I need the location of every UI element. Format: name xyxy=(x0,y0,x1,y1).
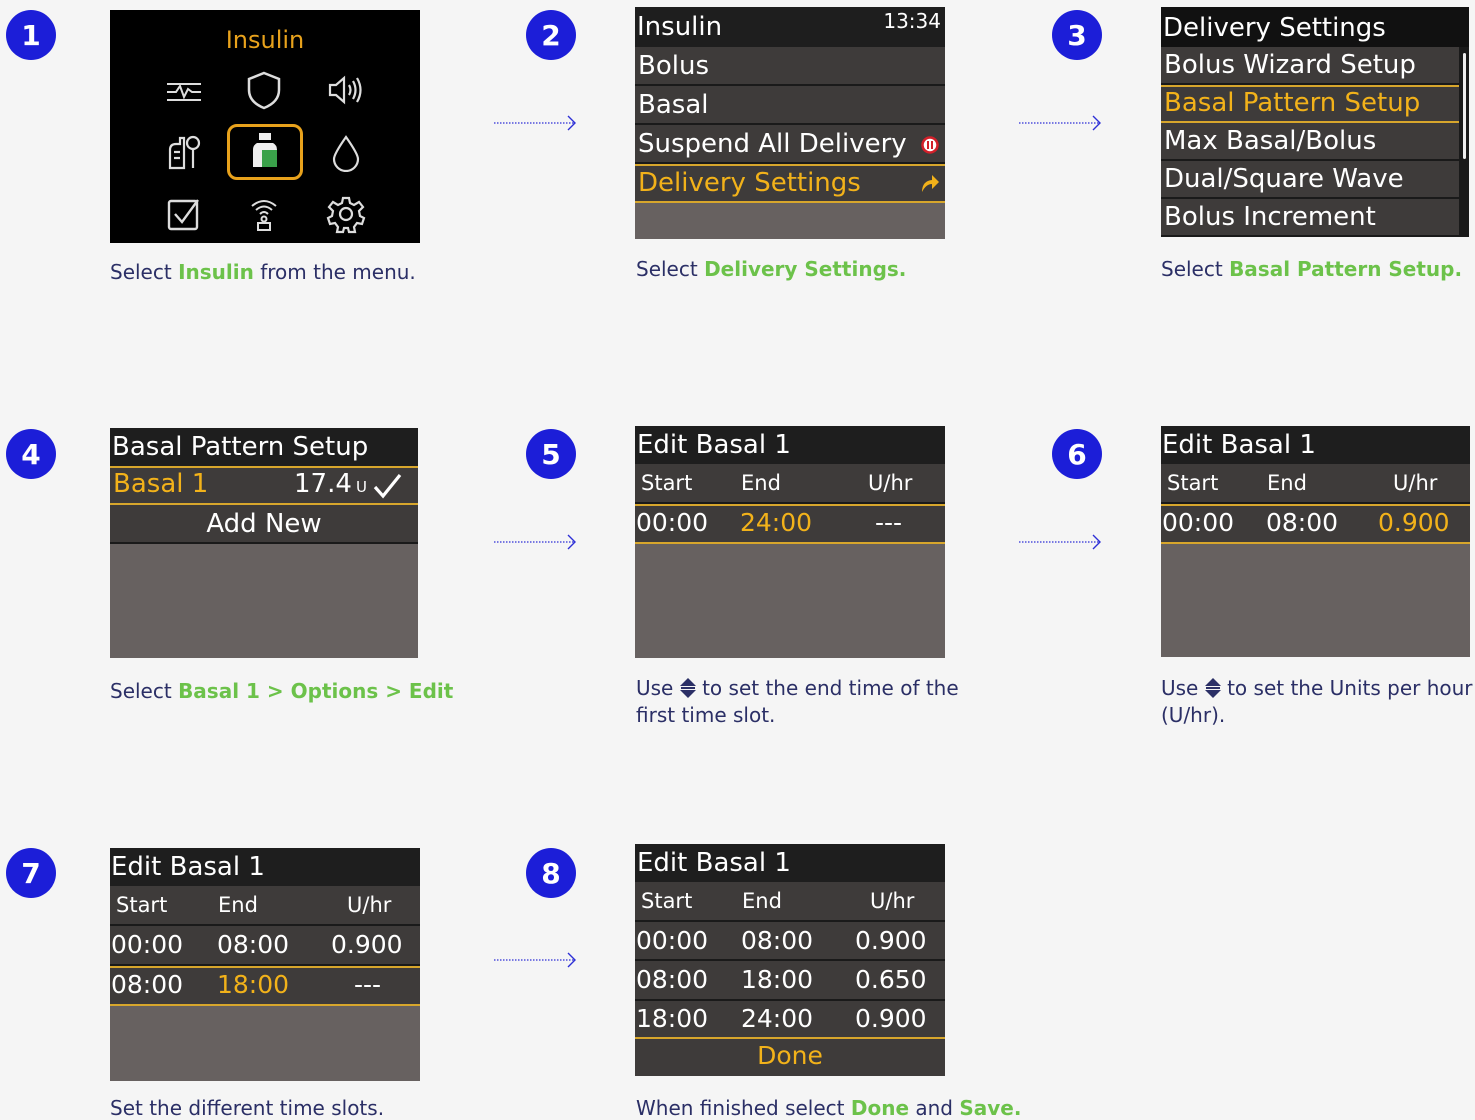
column-headers: Start End U/hr xyxy=(635,882,945,922)
suspend-icon xyxy=(921,136,939,154)
time-slot-row[interactable]: 00:00 24:00 --- xyxy=(635,504,945,544)
step-8-badge: 8 xyxy=(526,848,576,898)
screen-title: Insulin xyxy=(637,12,723,42)
arrow-5-6 xyxy=(1019,534,1101,550)
menu-item-basal-pattern-setup[interactable]: Basal Pattern Setup xyxy=(1161,85,1459,123)
step-5-badge: 5 xyxy=(526,429,576,479)
menu-item-dual-square-wave[interactable]: Dual/Square Wave xyxy=(1161,161,1459,199)
done-button[interactable]: Done xyxy=(635,1039,945,1076)
time-slot-row[interactable]: 00:00 08:00 0.900 xyxy=(1161,504,1470,544)
step-6-badge: 6 xyxy=(1052,429,1102,479)
time-slot-row[interactable]: 00:00 08:00 0.900 xyxy=(635,922,945,961)
enter-arrow-icon xyxy=(922,175,939,192)
time-slot-row[interactable]: 08:00 18:00 0.650 xyxy=(635,961,945,1001)
time-slot-row[interactable]: 08:00 18:00 --- xyxy=(110,966,420,1006)
menu-item-delivery-settings[interactable]: Delivery Settings xyxy=(635,164,945,203)
step-5-screen-edit-basal: Edit Basal 1 Start End U/hr 00:00 24:00 … xyxy=(635,426,945,658)
pattern-row-basal-1[interactable]: Basal 1 17.4 U xyxy=(110,466,418,505)
step-1-caption: Select Insulin from the menu. xyxy=(110,260,416,284)
shield-icon xyxy=(247,71,281,110)
active-check-icon xyxy=(373,473,402,499)
step-7-caption: Set the different time slots. xyxy=(110,1096,385,1120)
gear-icon xyxy=(326,196,366,234)
arrow-2-3 xyxy=(1019,115,1101,131)
step-4-caption: Select Basal 1 > Options > Edit xyxy=(110,679,454,703)
scrollbar-thumb[interactable] xyxy=(1463,53,1466,159)
screen-title: Edit Basal 1 xyxy=(111,852,265,882)
menu-item-bolus-wizard-setup[interactable]: Bolus Wizard Setup xyxy=(1161,47,1459,85)
arrow-4-5 xyxy=(494,534,576,550)
speaker-icon xyxy=(328,75,362,105)
time-slot-row[interactable]: 18:00 24:00 0.900 xyxy=(635,1001,945,1039)
step-6-screen-edit-basal: Edit Basal 1 Start End U/hr 00:00 08:00 … xyxy=(1161,426,1470,657)
menu-item-max-basal-bolus[interactable]: Max Basal/Bolus xyxy=(1161,123,1459,161)
menu-item-bolus[interactable]: Bolus xyxy=(635,47,945,86)
screen-title: Edit Basal 1 xyxy=(637,848,791,878)
column-headers: Start End U/hr xyxy=(1161,464,1470,504)
clock-time: 13:34 xyxy=(883,9,941,33)
screen-title: Basal Pattern Setup xyxy=(112,432,369,462)
menu-item-basal[interactable]: Basal xyxy=(635,86,945,125)
step-3-badge: 3 xyxy=(1052,10,1102,60)
step-6-caption: Use to set the Units per hour (U/hr). xyxy=(1161,676,1473,727)
sensor-graph-icon xyxy=(167,83,201,101)
screen-title: Delivery Settings xyxy=(1163,13,1386,43)
step-3-caption: Select Basal Pattern Setup. xyxy=(1161,257,1463,281)
arrow-1-2 xyxy=(494,115,576,131)
add-new-button[interactable]: Add New xyxy=(110,505,418,544)
step-5-caption: Use to set the end time of the first time… xyxy=(636,676,959,727)
step-2-screen-insulin-menu: Insulin 13:34 Bolus Basal Suspend All De… xyxy=(635,7,945,239)
step-3-screen-delivery-settings: Delivery Settings Bolus Wizard Setup Bas… xyxy=(1161,7,1469,237)
up-down-arrows-icon xyxy=(679,678,696,698)
step-2-badge: 2 xyxy=(526,10,576,60)
step-4-screen-basal-pattern-setup: Basal Pattern Setup Basal 1 17.4 U Add N… xyxy=(110,428,418,658)
time-slot-row[interactable]: 00:00 08:00 0.900 xyxy=(110,926,420,966)
step-8-caption: When finished select Done and Save. xyxy=(636,1096,1022,1120)
step-2-caption: Select Delivery Settings. xyxy=(636,257,907,281)
step-4-badge: 4 xyxy=(6,429,56,479)
step-7-screen-edit-basal: Edit Basal 1 Start End U/hr 00:00 08:00 … xyxy=(110,848,420,1081)
up-down-arrows-icon xyxy=(1204,678,1221,698)
step-1-badge: 1 xyxy=(6,10,56,60)
menu-item-bolus-increment[interactable]: Bolus Increment xyxy=(1161,199,1459,237)
connection-icon xyxy=(251,200,277,231)
column-headers: Start End U/hr xyxy=(635,464,945,504)
insulin-vial-icon xyxy=(253,133,277,167)
menu-title: Insulin xyxy=(225,26,305,54)
checkbox-icon xyxy=(167,199,199,231)
arrow-7-8 xyxy=(494,952,576,968)
column-headers: Start End U/hr xyxy=(110,886,420,926)
drop-icon xyxy=(332,135,360,172)
screen-title: Edit Basal 1 xyxy=(637,430,791,460)
menu-item-suspend-all-delivery[interactable]: Suspend All Delivery xyxy=(635,125,945,164)
reservoir-icon xyxy=(168,135,201,170)
screen-title: Edit Basal 1 xyxy=(1162,430,1316,460)
step-1-screen-main-menu: Insulin xyxy=(110,10,420,243)
step-8-screen-edit-basal: Edit Basal 1 Start End U/hr 00:00 08:00 … xyxy=(635,844,945,1076)
step-7-badge: 7 xyxy=(6,848,56,898)
